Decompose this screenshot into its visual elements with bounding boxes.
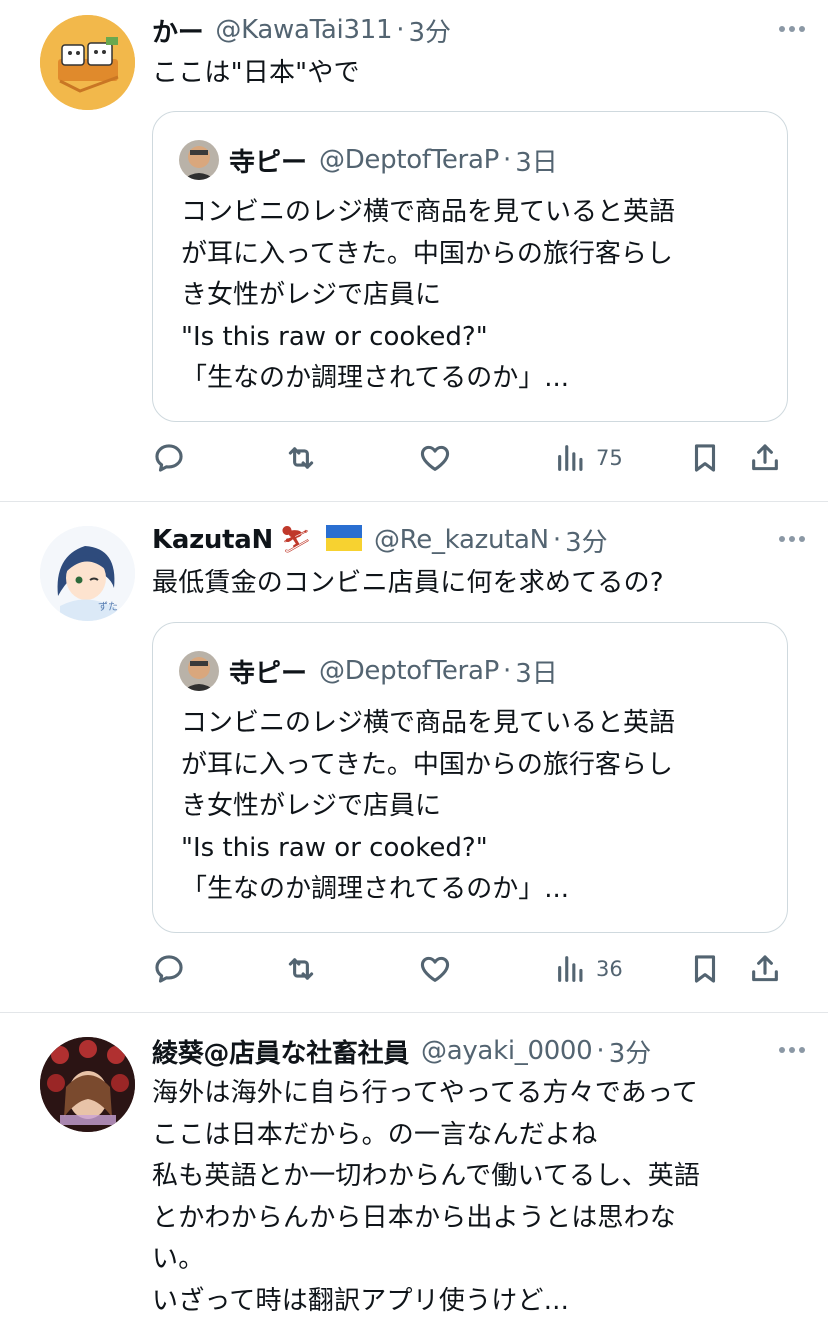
quote-timestamp: 3日: [515, 147, 558, 178]
quote-handle: @DeptofTeraP: [319, 145, 499, 175]
quote-avatar: [179, 651, 219, 691]
quote-text: コンビニのレジ横で商品を見ていると英語 が耳に入ってきた。中国からの旅行客らし …: [181, 708, 676, 904]
avatar[interactable]: ずた: [40, 526, 135, 621]
timestamp[interactable]: 3分: [609, 1033, 652, 1069]
reply-button[interactable]: [152, 947, 186, 991]
tweet[interactable]: 綾葵@店員な社畜社員 @ayaki_0000 · 3分 海外は海外に自ら行ってや…: [0, 1013, 828, 1327]
tweet-header: かー @KawaTai311 · 3分: [152, 12, 768, 48]
views-count: 75: [596, 446, 623, 470]
tweet-text: 最低賃金のコンビニ店員に何を求めてるの?: [152, 568, 664, 598]
ukraine-flag-icon: [325, 525, 362, 555]
svg-text:ずた: ずた: [98, 601, 118, 613]
display-name[interactable]: KazutaN: [152, 525, 273, 555]
tweet[interactable]: かー @KawaTai311 · 3分 ここは"日本"やで 寺ピー @Depto…: [0, 0, 828, 502]
separator-dot: ·: [596, 1036, 605, 1066]
quote-text: コンビニのレジ横で商品を見ていると英語 が耳に入ってきた。中国からの旅行客らし …: [181, 197, 676, 393]
reply-icon: [155, 444, 183, 472]
separator-dot: ·: [552, 525, 562, 555]
views-button[interactable]: 36: [554, 947, 623, 991]
tweet-header: KazutaN ⛷ @Re_kazutaN · 3分: [152, 522, 768, 558]
views-icon: [558, 956, 583, 982]
reply-icon: [155, 955, 183, 983]
quote-header: 寺ピー @DeptofTeraP · 3日: [179, 650, 558, 692]
user-handle[interactable]: @Re_kazutaN: [374, 525, 549, 555]
heart-icon: [420, 445, 450, 471]
views-icon: [558, 445, 583, 471]
bookmark-icon: [694, 444, 716, 472]
bookmark-button[interactable]: [688, 947, 722, 991]
separator-dot: ·: [502, 656, 512, 686]
tweet[interactable]: ずた KazutaN ⛷ @Re_kazutaN · 3分 最低賃金のコンビニ店…: [0, 502, 828, 1012]
quote-display-name: 寺ピー: [229, 147, 308, 178]
user-handle[interactable]: @ayaki_0000: [421, 1036, 593, 1066]
separator-dot: ·: [502, 145, 512, 175]
retweet-icon: [288, 447, 314, 469]
more-dots-icon[interactable]: [772, 524, 812, 554]
like-button[interactable]: [418, 436, 452, 480]
share-button[interactable]: [748, 947, 782, 991]
share-icon: [752, 444, 778, 471]
quote-header: 寺ピー @DeptofTeraP · 3日: [179, 139, 558, 181]
heart-icon: [420, 956, 450, 982]
like-button[interactable]: [418, 947, 452, 991]
more-dots-icon[interactable]: [772, 14, 812, 44]
skier-emoji: ⛷: [278, 525, 312, 555]
retweet-icon: [288, 958, 314, 980]
timestamp[interactable]: 3分: [565, 522, 608, 558]
views-button[interactable]: 75: [554, 436, 623, 480]
quoted-tweet[interactable]: 寺ピー @DeptofTeraP · 3日 コンビニのレジ横で商品を見ていると英…: [152, 622, 788, 933]
display-name[interactable]: かー: [152, 12, 204, 48]
more-dots-icon[interactable]: [772, 1035, 812, 1065]
action-bar: 75: [152, 436, 792, 480]
retweet-button[interactable]: [284, 947, 318, 991]
quote-avatar: [179, 140, 219, 180]
display-name[interactable]: 綾葵@店員な社畜社員: [152, 1033, 409, 1069]
separator-dot: ·: [396, 15, 405, 45]
views-count: 36: [596, 957, 623, 981]
quote-display-name: 寺ピー: [229, 658, 308, 689]
tweet-text: ここは"日本"やで: [152, 58, 360, 88]
share-button[interactable]: [748, 436, 782, 480]
avatar[interactable]: [40, 15, 135, 110]
reply-button[interactable]: [152, 436, 186, 480]
timestamp[interactable]: 3分: [408, 12, 451, 48]
quoted-tweet[interactable]: 寺ピー @DeptofTeraP · 3日 コンビニのレジ横で商品を見ていると英…: [152, 111, 788, 422]
action-bar: 36: [152, 947, 792, 991]
retweet-button[interactable]: [284, 436, 318, 480]
quote-handle: @DeptofTeraP: [319, 656, 499, 686]
bookmark-button[interactable]: [688, 436, 722, 480]
tweet-header: 綾葵@店員な社畜社員 @ayaki_0000 · 3分: [152, 1033, 768, 1069]
quote-timestamp: 3日: [515, 658, 558, 689]
user-handle[interactable]: @KawaTai311: [215, 15, 392, 45]
bookmark-icon: [694, 955, 716, 983]
tweet-text: 海外は海外に自ら行ってやってる方々であって ここは日本だから。の一言なんだよね …: [152, 1078, 701, 1316]
share-icon: [752, 955, 778, 982]
avatar[interactable]: [40, 1037, 135, 1132]
